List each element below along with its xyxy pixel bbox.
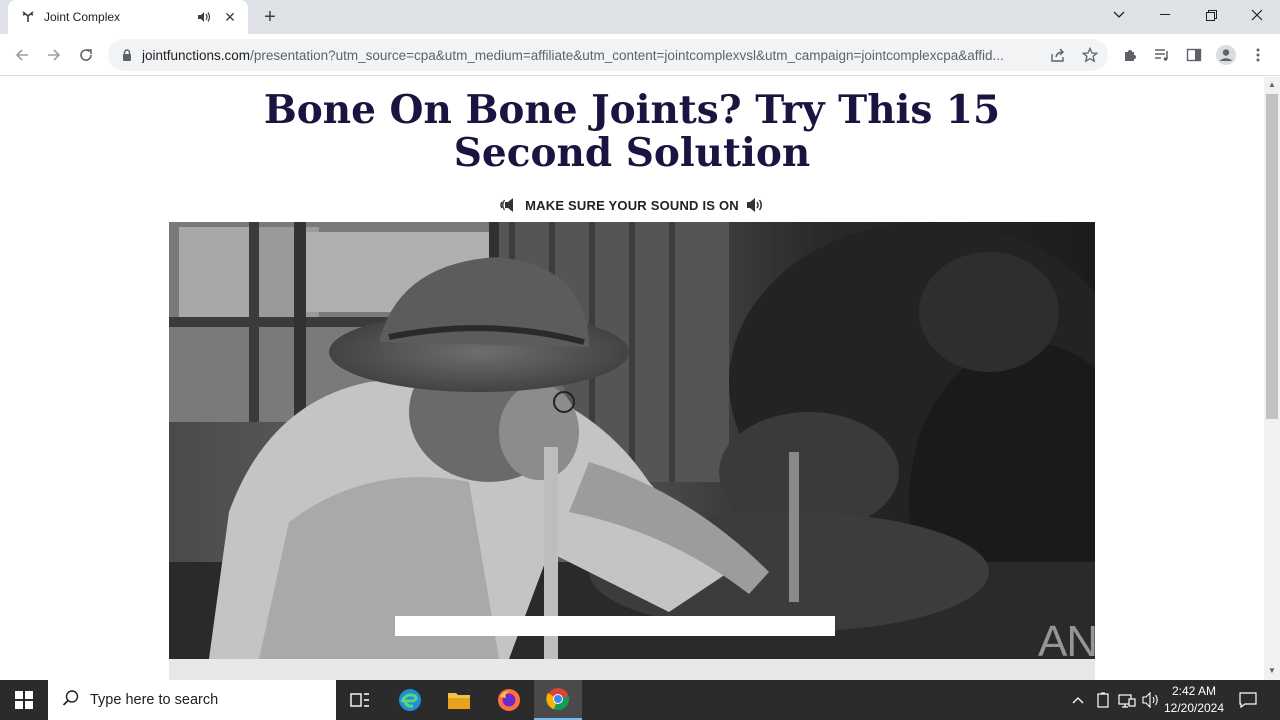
- url-host: jointfunctions.com: [142, 47, 251, 63]
- taskbar-clock[interactable]: 2:42 AM 12/20/2024: [1162, 683, 1226, 717]
- task-view-icon[interactable]: [336, 680, 384, 720]
- sidebar-icon[interactable]: [1182, 43, 1206, 67]
- scroll-up-icon[interactable]: ▲: [1268, 81, 1276, 89]
- svg-text:ANY: ANY: [1038, 617, 1126, 666]
- scroll-down-icon[interactable]: ▼: [1268, 667, 1276, 675]
- minimize-icon[interactable]: [1142, 0, 1188, 30]
- windows-icon[interactable]: [0, 680, 48, 720]
- forward-icon[interactable]: [42, 43, 66, 67]
- edge-icon[interactable]: [386, 680, 434, 720]
- network-icon[interactable]: [1117, 690, 1137, 710]
- chevron-down-icon[interactable]: [1096, 0, 1142, 30]
- window-close-icon[interactable]: [1234, 0, 1280, 30]
- web-page: Bone On Bone Joints? Try This 15 Second …: [0, 77, 1264, 680]
- search-placeholder: Type here to search: [90, 692, 219, 708]
- restore-icon[interactable]: [1188, 0, 1234, 30]
- profile-icon[interactable]: [1214, 43, 1238, 67]
- url-path: /presentation?utm_source=cpa&utm_medium=…: [250, 47, 1004, 63]
- sound-notice-text: MAKE SURE YOUR SOUND IS ON: [525, 197, 739, 213]
- notification-icon[interactable]: [1232, 680, 1264, 720]
- menu-icon[interactable]: [1246, 43, 1270, 67]
- tab-title: Joint Complex: [44, 10, 121, 24]
- audio-icon[interactable]: [196, 9, 212, 25]
- clock-date: 12/20/2024: [1163, 701, 1225, 715]
- search-icon: [62, 689, 80, 712]
- favicon-icon: [20, 9, 36, 25]
- video-progress-overlay: [395, 616, 835, 636]
- page-headline: Bone On Bone Joints? Try This 15 Second …: [263, 87, 1001, 176]
- chevron-up-icon[interactable]: [1068, 690, 1088, 710]
- page-scrollbar[interactable]: ▲ ▼: [1264, 77, 1280, 680]
- svg-text:RUN: RUN: [1162, 617, 1238, 666]
- video-player[interactable]: [169, 222, 1095, 659]
- watermark-logo: ANY RUN: [1038, 608, 1238, 670]
- file-explorer-icon[interactable]: [435, 680, 483, 720]
- video-footer-strip: [169, 659, 1095, 680]
- battery-icon[interactable]: [1093, 690, 1113, 710]
- plus-icon[interactable]: +: [258, 5, 282, 29]
- sound-notice: MAKE SURE YOUR SOUND IS ON: [0, 195, 1264, 215]
- volume-icon[interactable]: [1141, 690, 1161, 710]
- back-icon[interactable]: [10, 43, 34, 67]
- chrome-icon[interactable]: [534, 680, 582, 720]
- tab-joint-complex[interactable]: Joint Complex ✕: [8, 0, 248, 34]
- firefox-icon[interactable]: [485, 680, 533, 720]
- tab-strip: Joint Complex ✕ +: [0, 0, 1280, 34]
- extensions-icon[interactable]: [1118, 43, 1142, 67]
- media-icon[interactable]: [1150, 43, 1174, 67]
- video-frame-image: [169, 222, 1095, 659]
- scrollbar-thumb[interactable]: [1266, 94, 1278, 419]
- clock-time: 2:42 AM: [1171, 684, 1217, 698]
- close-icon[interactable]: ✕: [222, 9, 238, 25]
- address-bar[interactable]: jointfunctions.com/presentation?utm_sour…: [108, 39, 1108, 71]
- speaker-icon: [745, 195, 765, 215]
- lock-icon[interactable]: [120, 48, 134, 62]
- reload-icon[interactable]: [74, 43, 98, 67]
- windows-taskbar: Type here to search 2:42 AM 12/20/2024: [0, 680, 1280, 720]
- browser-toolbar: jointfunctions.com/presentation?utm_sour…: [0, 34, 1280, 76]
- taskbar-search-box[interactable]: Type here to search: [48, 680, 336, 720]
- star-icon[interactable]: [1078, 43, 1102, 67]
- speaker-icon: [499, 195, 519, 215]
- url-text[interactable]: jointfunctions.com/presentation?utm_sour…: [142, 48, 1042, 63]
- share-icon[interactable]: [1046, 43, 1070, 67]
